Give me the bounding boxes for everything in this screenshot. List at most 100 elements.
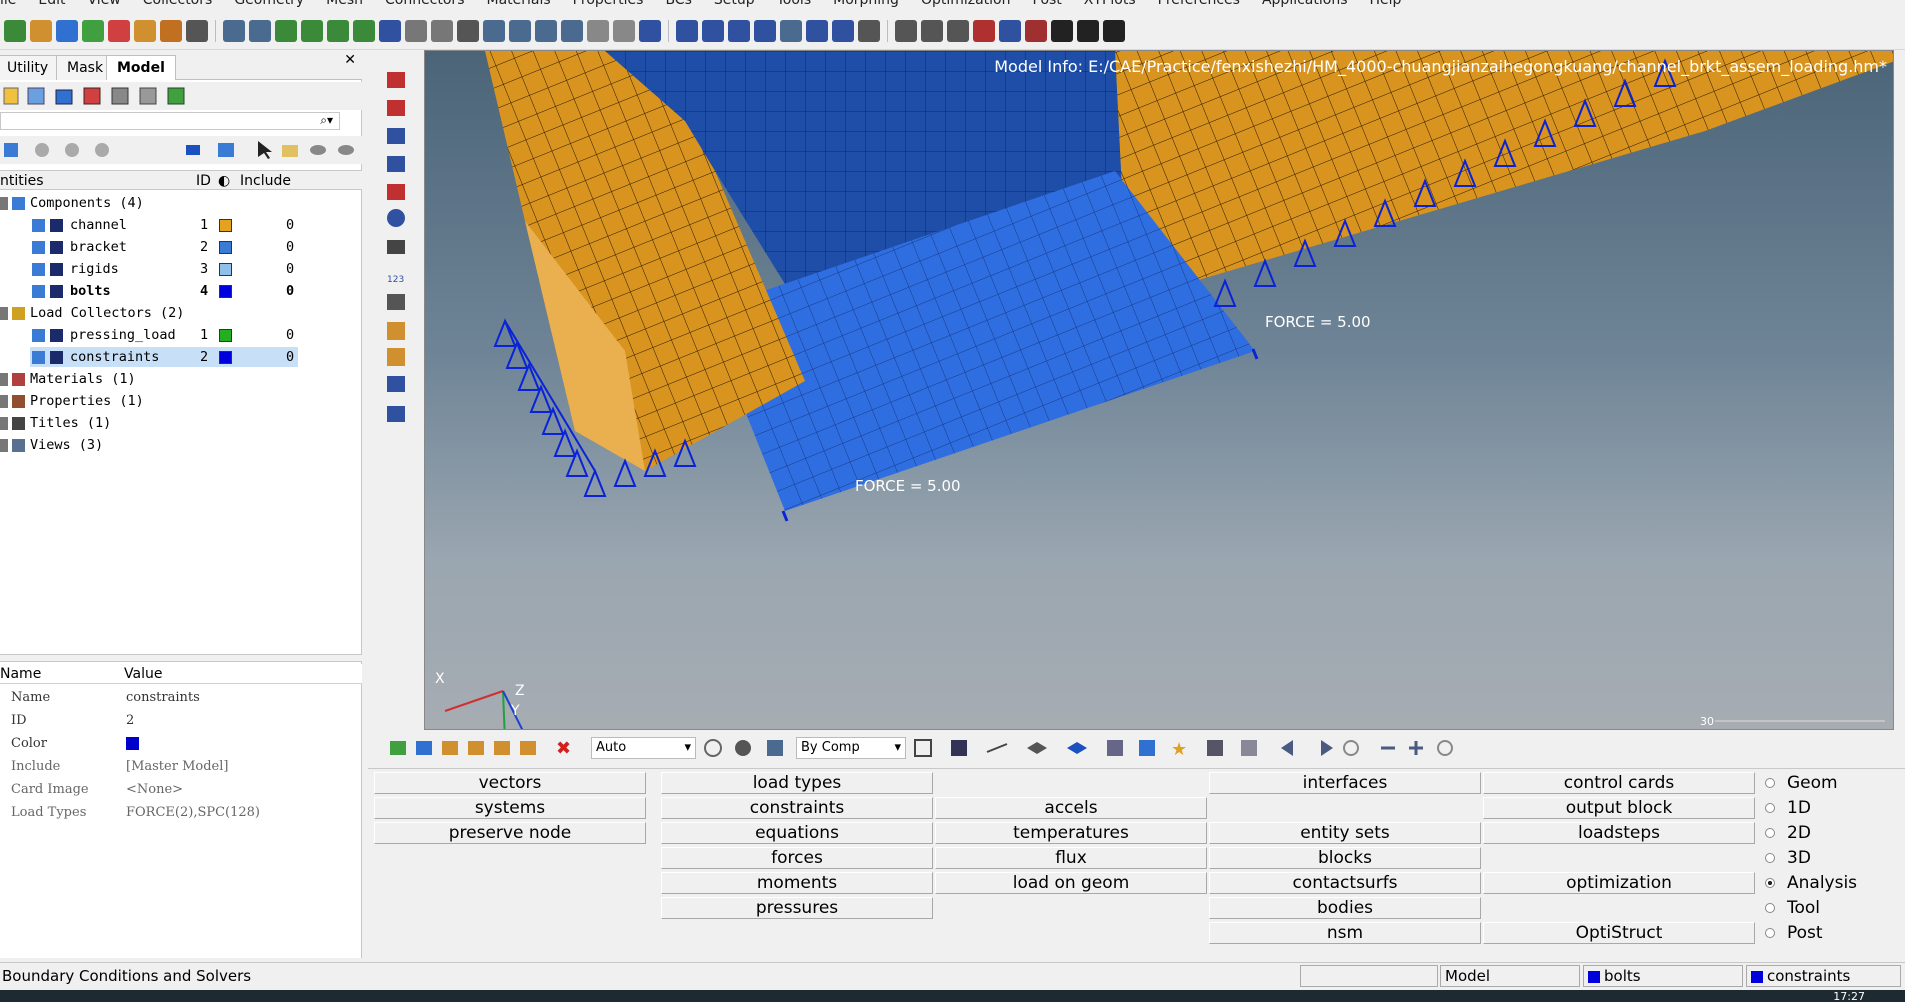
- color-swatch[interactable]: [219, 241, 232, 254]
- toolbar-tool-icon[interactable]: [1077, 19, 1099, 42]
- radio-circle[interactable]: [1765, 903, 1775, 913]
- menu-item[interactable]: Materials: [487, 0, 551, 7]
- toolbar-tool-icon[interactable]: [947, 19, 969, 42]
- search-icon[interactable]: ⌕▾: [320, 113, 333, 128]
- radio-analysis[interactable]: Analysis: [1765, 871, 1857, 895]
- tree-row-channel[interactable]: channel 1 0: [0, 214, 362, 236]
- radio-geom[interactable]: Geom: [1765, 771, 1838, 795]
- toolbar-tool-icon[interactable]: [832, 19, 854, 42]
- menu-item[interactable]: Tools: [777, 0, 812, 7]
- panel-button-loadsteps[interactable]: loadsteps: [1483, 822, 1755, 844]
- panel-button-bodies[interactable]: bodies: [1209, 897, 1481, 919]
- toolbar-tool-icon[interactable]: [535, 19, 557, 42]
- prop-row-color[interactable]: Color: [0, 732, 362, 755]
- panel-button-blocks[interactable]: blocks: [1209, 847, 1481, 869]
- status-model[interactable]: Model: [1440, 965, 1580, 987]
- vertical-tool-icons[interactable]: 123: [378, 50, 413, 450]
- menu-item[interactable]: Geometry: [234, 0, 304, 7]
- radio-circle[interactable]: [1765, 878, 1775, 888]
- tree-row-properties[interactable]: Properties (1): [0, 390, 362, 412]
- toolbar-tool-icon[interactable]: [160, 19, 182, 42]
- toolbar-tool-icon[interactable]: [301, 19, 323, 42]
- color-swatch[interactable]: [219, 329, 232, 342]
- toolbar-tool-icon[interactable]: [431, 19, 453, 42]
- panel-button-control-cards[interactable]: control cards: [1483, 772, 1755, 794]
- menu-item[interactable]: Setup: [714, 0, 755, 7]
- prop-row-name[interactable]: Name constraints: [0, 686, 362, 709]
- tree-row-rigids[interactable]: rigids 3 0: [0, 258, 362, 280]
- toolbar-tool-icon[interactable]: [676, 19, 698, 42]
- panel-button-systems[interactable]: systems: [374, 797, 646, 819]
- menu-item[interactable]: Post: [1033, 0, 1062, 7]
- toolbar-tool-icon[interactable]: [587, 19, 609, 42]
- radio-circle[interactable]: [1765, 803, 1775, 813]
- toolbar-tool-icon[interactable]: [249, 19, 271, 42]
- panel-button-output-block[interactable]: output block: [1483, 797, 1755, 819]
- menu-item[interactable]: Preferences: [1158, 0, 1240, 7]
- display-mode-dropdown[interactable]: Auto ▾: [591, 737, 696, 759]
- toolbar-tool-icon[interactable]: [702, 19, 724, 42]
- menu-item[interactable]: XYPlots: [1084, 0, 1136, 7]
- toolbar-tool-icon[interactable]: [223, 19, 245, 42]
- menu-item[interactable]: Properties: [573, 0, 644, 7]
- toolbar-tool-icon[interactable]: [457, 19, 479, 42]
- panel-button-equations[interactable]: equations: [661, 822, 933, 844]
- toolbar-tool-icon[interactable]: [973, 19, 995, 42]
- prop-row-id[interactable]: ID 2: [0, 709, 362, 732]
- toolbar-tool-icon[interactable]: [639, 19, 661, 42]
- collapse-icon[interactable]: [0, 197, 8, 210]
- panel-button-flux[interactable]: flux: [935, 847, 1207, 869]
- color-mode-dropdown[interactable]: By Comp ▾: [796, 737, 906, 759]
- tree-row-load-collectors[interactable]: Load Collectors (2): [0, 302, 362, 324]
- toolbar-tool-icon[interactable]: [82, 19, 104, 42]
- menu-item[interactable]: Collectors: [143, 0, 213, 7]
- radio-tool[interactable]: Tool: [1765, 896, 1820, 920]
- panel-button-load-on-geom[interactable]: load on geom: [935, 872, 1207, 894]
- menu-item[interactable]: Edit: [38, 0, 65, 7]
- toolbar-tool-icon[interactable]: [999, 19, 1021, 42]
- panel-button-moments[interactable]: moments: [661, 872, 933, 894]
- toolbar-tool-icon[interactable]: [134, 19, 156, 42]
- expand-icon[interactable]: [0, 373, 8, 386]
- menu-item[interactable]: Optimization: [921, 0, 1011, 7]
- expand-icon[interactable]: [0, 395, 8, 408]
- graphics-viewport[interactable]: Model Info: E:/CAE/Practice/fenxishezhi/…: [424, 50, 1894, 730]
- panel-button-accels[interactable]: accels: [935, 797, 1207, 819]
- tree-row-pressing-load[interactable]: pressing_load 1 0: [0, 324, 362, 346]
- toolbar-tool-icon[interactable]: [405, 19, 427, 42]
- color-swatch[interactable]: [219, 263, 232, 276]
- tree-row-views[interactable]: Views (3): [0, 434, 362, 456]
- panel-button-nsm[interactable]: nsm: [1209, 922, 1481, 944]
- radio-3d[interactable]: 3D: [1765, 846, 1811, 870]
- close-icon[interactable]: ✕: [344, 52, 356, 68]
- toolbar-tool-icon[interactable]: [56, 19, 78, 42]
- radio-post[interactable]: Post: [1765, 921, 1823, 945]
- radio-circle[interactable]: [1765, 853, 1775, 863]
- toolbar-tool-icon[interactable]: [561, 19, 583, 42]
- tree-row-bracket[interactable]: bracket 2 0: [0, 236, 362, 258]
- menu-item[interactable]: Morphing: [833, 0, 899, 7]
- search-input[interactable]: ⌕▾: [0, 112, 340, 130]
- color-swatch[interactable]: [219, 351, 232, 364]
- panel-button-load-types[interactable]: load types: [661, 772, 933, 794]
- panel-button-forces[interactable]: forces: [661, 847, 933, 869]
- status-component[interactable]: bolts: [1583, 965, 1743, 987]
- menu-item[interactable]: BCs: [665, 0, 691, 7]
- color-value-swatch[interactable]: [126, 737, 139, 750]
- toolbar-tool-icon[interactable]: [613, 19, 635, 42]
- menu-item[interactable]: Connectors: [385, 0, 465, 7]
- toolbar-tool-icon[interactable]: [1025, 19, 1047, 42]
- browser-filter-icons[interactable]: [2, 137, 362, 163]
- browser-tool-icons[interactable]: [2, 84, 202, 108]
- menu-item[interactable]: Applications: [1262, 0, 1348, 7]
- color-swatch[interactable]: [219, 219, 232, 232]
- toolbar-tool-icon[interactable]: [858, 19, 880, 42]
- menu-item[interactable]: Help: [1370, 0, 1402, 7]
- tab-model[interactable]: Model: [106, 55, 176, 80]
- toolbar-tool-icon[interactable]: [895, 19, 917, 42]
- toolbar-tool-icon[interactable]: [275, 19, 297, 42]
- menu-item[interactable]: View: [88, 0, 121, 7]
- tree-row-constraints[interactable]: constraints 2 0: [0, 346, 362, 368]
- panel-button-vectors[interactable]: vectors: [374, 772, 646, 794]
- tab-utility[interactable]: Utility: [0, 55, 60, 80]
